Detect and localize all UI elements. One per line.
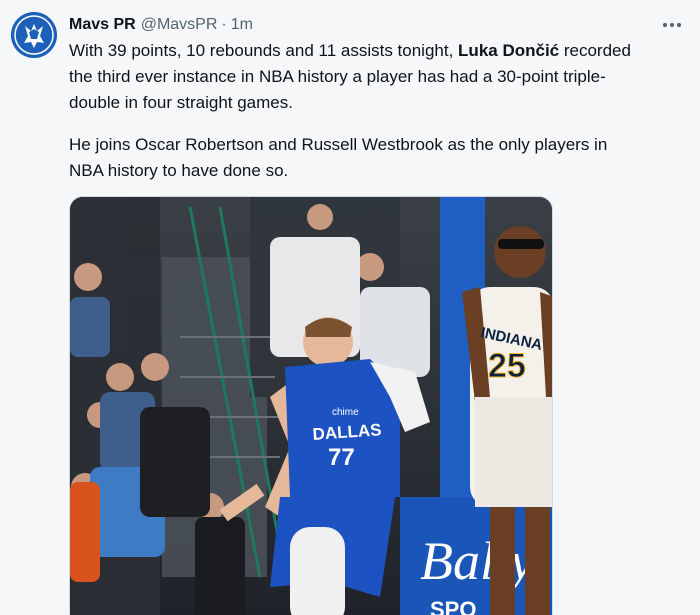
opponent-number: 25	[488, 347, 526, 385]
tweet-line-5: NBA history to have done so.	[69, 161, 289, 180]
separator-dot: ·	[221, 16, 227, 33]
display-name[interactable]: Mavs PR	[69, 16, 136, 34]
mention-luka: Luka Dončić	[458, 41, 560, 60]
timestamp[interactable]: 1m	[231, 16, 253, 34]
tweet-line-3: double in four straight games.	[69, 93, 293, 112]
tweet-line-1: With 39 points, 10 rebounds and 11 assis…	[69, 41, 631, 60]
basketball-photo: Bally SPO INDIANA 25 DALLAS chime 77	[70, 197, 552, 615]
mavericks-logo-icon	[11, 12, 57, 58]
tweet-photo[interactable]: Bally SPO INDIANA 25 DALLAS chime 77	[69, 196, 553, 615]
avatar[interactable]	[11, 12, 57, 58]
tweet-card[interactable]: Mavs PR @MavsPR · 1m With 39 points, 10 …	[0, 0, 700, 615]
jersey-number: 77	[328, 444, 355, 471]
user-handle[interactable]: @MavsPR	[141, 16, 218, 34]
tweet-text: With 39 points, 10 rebounds and 11 assis…	[69, 38, 679, 184]
jersey-sponsor: chime	[332, 407, 359, 418]
tweet-line-2: the third ever instance in NBA history a…	[69, 67, 606, 86]
more-options-icon[interactable]	[660, 13, 684, 37]
sign-sub: SPO	[430, 597, 476, 615]
sign-text: Bally	[420, 531, 534, 591]
tweet-header: Mavs PR @MavsPR · 1m	[69, 13, 253, 37]
tweet-line-4: He joins Oscar Robertson and Russell Wes…	[69, 135, 608, 154]
